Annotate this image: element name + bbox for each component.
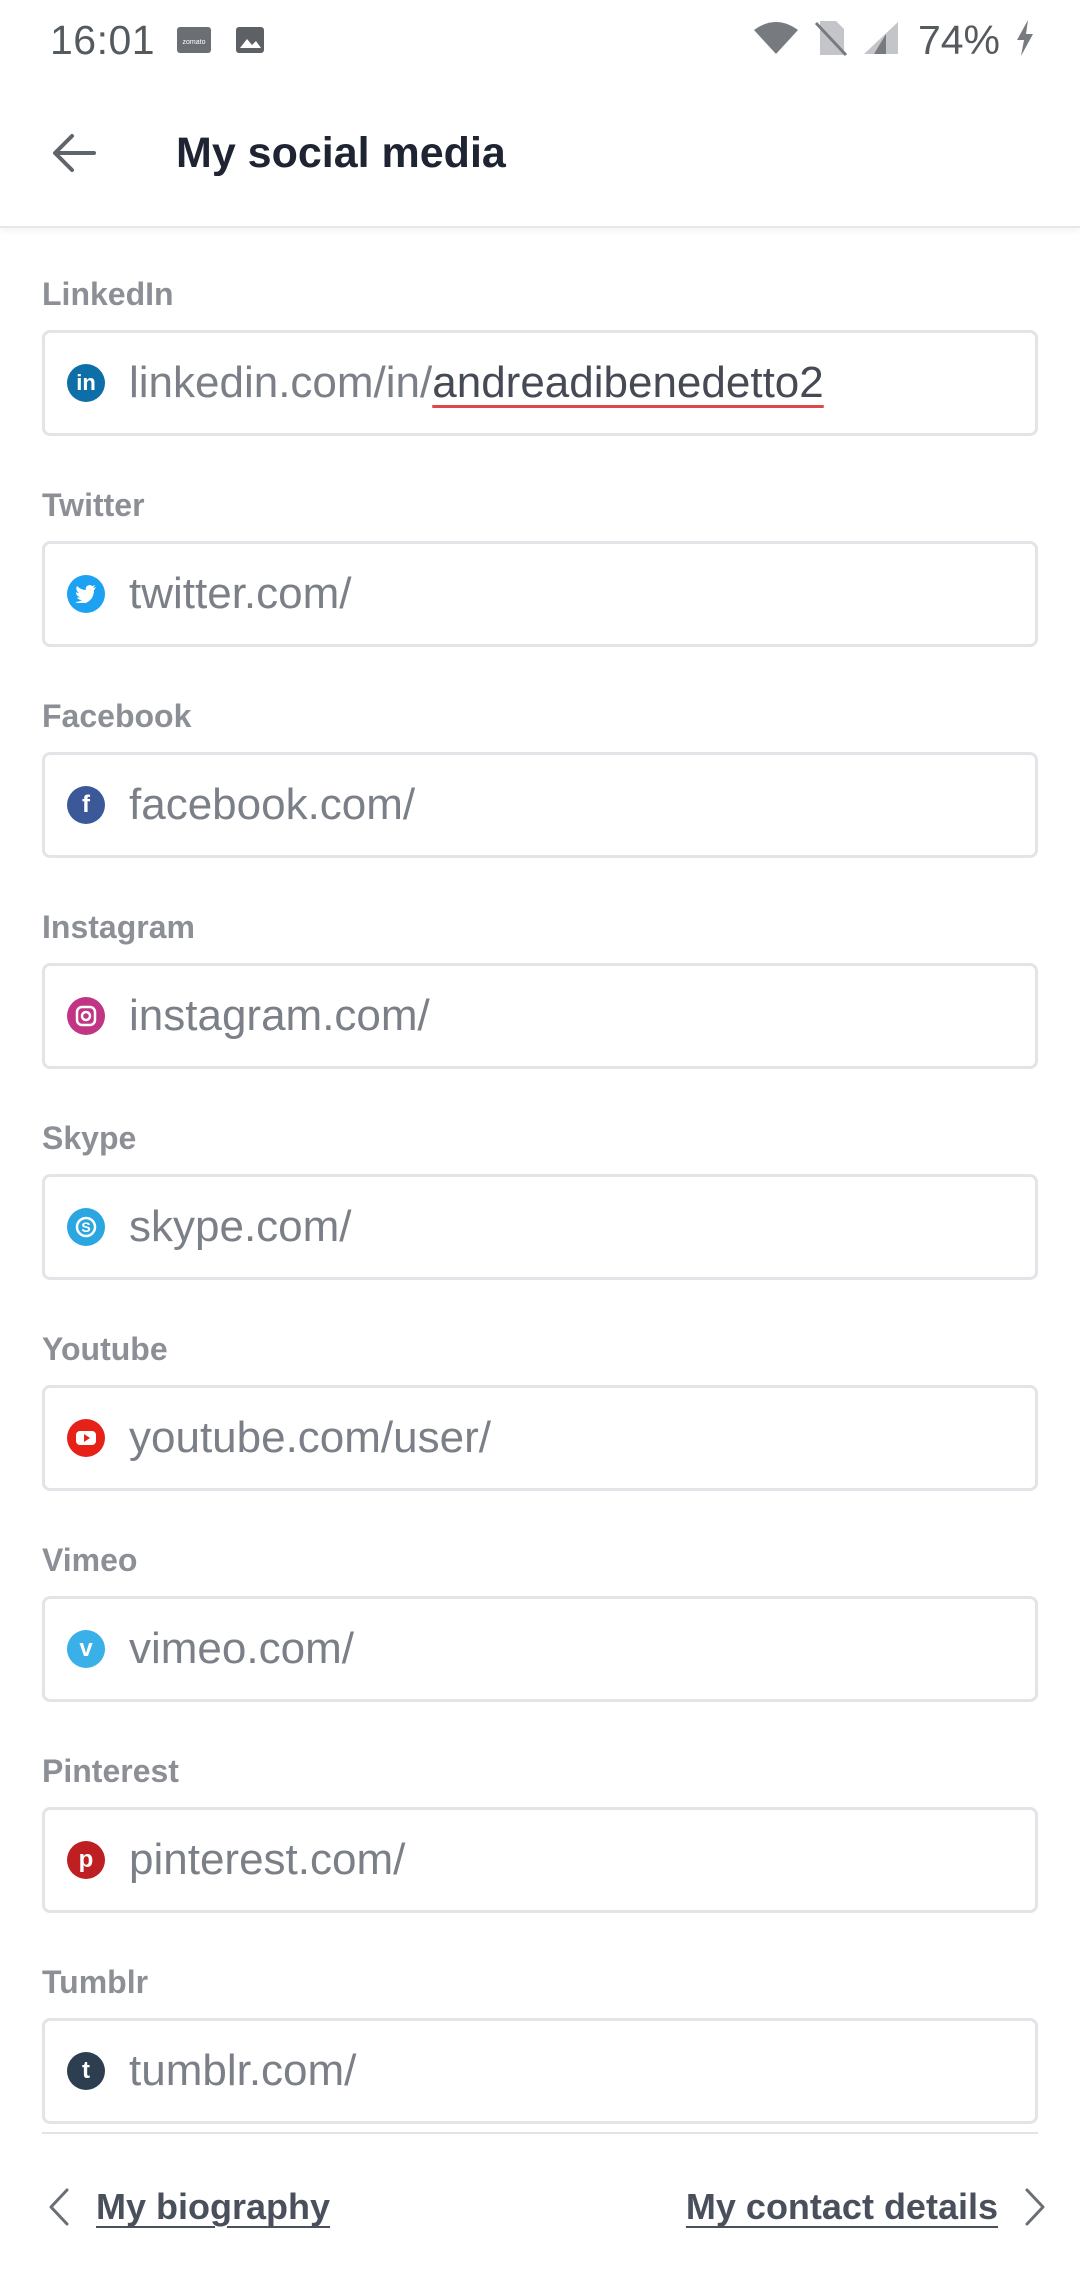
- field-text: youtube.com/user/: [129, 1413, 491, 1463]
- field-group-skype: Skype S skype.com/: [42, 1070, 1038, 1281]
- app-bar: My social media: [0, 80, 1080, 228]
- youtube-input[interactable]: youtube.com/user/: [42, 1385, 1038, 1491]
- my-contact-details-link[interactable]: My contact details: [686, 2186, 1046, 2228]
- bottom-nav: My biography My contact details: [0, 2134, 1080, 2280]
- field-prefix: twitter.com/: [129, 569, 352, 618]
- field-group-facebook: Facebook f facebook.com/: [42, 648, 1038, 859]
- chevron-right-icon: [1025, 2188, 1045, 2226]
- field-group-linkedin: LinkedIn in linkedin.com/in/andreadibene…: [42, 226, 1038, 437]
- my-biography-link[interactable]: My biography: [48, 2186, 330, 2228]
- linkedin-icon: in: [67, 364, 105, 402]
- field-group-youtube: Youtube youtube.com/user/: [42, 1281, 1038, 1492]
- field-prefix: pinterest.com/: [129, 1835, 406, 1884]
- status-time: 16:01: [50, 16, 156, 63]
- status-left: 16:01 zomato: [50, 17, 267, 64]
- field-label: Facebook: [42, 698, 192, 734]
- field-label: Twitter: [42, 487, 145, 523]
- status-right: 74%: [752, 17, 1036, 64]
- my-contact-details-label: My contact details: [685, 2186, 998, 2227]
- field-label: Skype: [42, 1120, 137, 1156]
- field-text: pinterest.com/: [129, 1835, 405, 1885]
- field-text: instagram.com/: [129, 991, 430, 1041]
- youtube-icon: [67, 1419, 105, 1457]
- social-media-form: LinkedIn in linkedin.com/in/andreadibene…: [42, 226, 1038, 2125]
- field-label: Instagram: [42, 909, 195, 945]
- signal-icon: [862, 20, 900, 61]
- vimeo-icon: v: [67, 1630, 105, 1668]
- vimeo-input[interactable]: v vimeo.com/: [42, 1596, 1038, 1702]
- svg-text:zomato: zomato: [183, 39, 206, 46]
- field-text: facebook.com/: [129, 780, 415, 830]
- back-button[interactable]: [34, 113, 114, 193]
- field-text: vimeo.com/: [129, 1624, 354, 1674]
- field-text: linkedin.com/in/andreadibenedetto2: [129, 358, 824, 408]
- field-group-instagram: Instagram instagram.com/: [42, 859, 1038, 1070]
- no-sim-icon: [814, 19, 848, 62]
- facebook-input[interactable]: f facebook.com/: [42, 752, 1038, 858]
- field-prefix: youtube.com/user/: [129, 1413, 491, 1462]
- battery-percent: 74%: [917, 16, 1000, 63]
- instagram-icon: [67, 997, 105, 1035]
- field-label: Youtube: [42, 1331, 168, 1367]
- field-prefix: skype.com/: [129, 1202, 352, 1251]
- skype-input[interactable]: S skype.com/: [42, 1174, 1038, 1280]
- tumblr-input[interactable]: t tumblr.com/: [42, 2018, 1038, 2124]
- tumblr-icon: t: [67, 2052, 105, 2090]
- field-label: Pinterest: [42, 1753, 179, 1789]
- field-label: Vimeo: [42, 1542, 138, 1578]
- field-prefix: facebook.com/: [129, 780, 416, 829]
- field-group-tumblr: Tumblr t tumblr.com/: [42, 1914, 1038, 2125]
- field-prefix: tumblr.com/: [129, 2046, 357, 2095]
- skype-icon: S: [67, 1208, 105, 1246]
- status-bar: 16:01 zomato 74%: [0, 0, 1080, 80]
- charging-icon: [1014, 19, 1036, 62]
- field-text: twitter.com/: [129, 569, 352, 619]
- field-text: skype.com/: [129, 1202, 352, 1252]
- chevron-left-icon: [49, 2188, 69, 2226]
- svg-text:S: S: [81, 1219, 90, 1235]
- twitter-input[interactable]: twitter.com/: [42, 541, 1038, 647]
- my-biography-label: My biography: [96, 2186, 331, 2227]
- field-group-vimeo: Vimeo v vimeo.com/: [42, 1492, 1038, 1703]
- image-icon: [233, 25, 267, 55]
- page-title: My social media: [176, 128, 506, 177]
- twitter-icon: [67, 575, 105, 613]
- zomato-app-icon: zomato: [177, 25, 212, 55]
- field-text: tumblr.com/: [129, 2046, 356, 2096]
- field-prefix: vimeo.com/: [129, 1624, 354, 1673]
- instagram-input[interactable]: instagram.com/: [42, 963, 1038, 1069]
- pinterest-input[interactable]: p pinterest.com/: [42, 1807, 1038, 1913]
- linkedin-input[interactable]: in linkedin.com/in/andreadibenedetto2: [42, 330, 1038, 436]
- facebook-icon: f: [67, 786, 105, 824]
- arrow-left-icon: [53, 134, 96, 172]
- field-value: andreadibenedetto2: [432, 358, 824, 407]
- field-label: Tumblr: [42, 1964, 149, 2000]
- field-prefix: linkedin.com/in/: [129, 358, 433, 407]
- field-group-pinterest: Pinterest p pinterest.com/: [42, 1703, 1038, 1914]
- field-prefix: instagram.com/: [129, 991, 430, 1040]
- field-label: LinkedIn: [42, 276, 174, 312]
- pinterest-icon: p: [67, 1841, 105, 1879]
- wifi-icon: [752, 20, 800, 61]
- field-group-twitter: Twitter twitter.com/: [42, 437, 1038, 648]
